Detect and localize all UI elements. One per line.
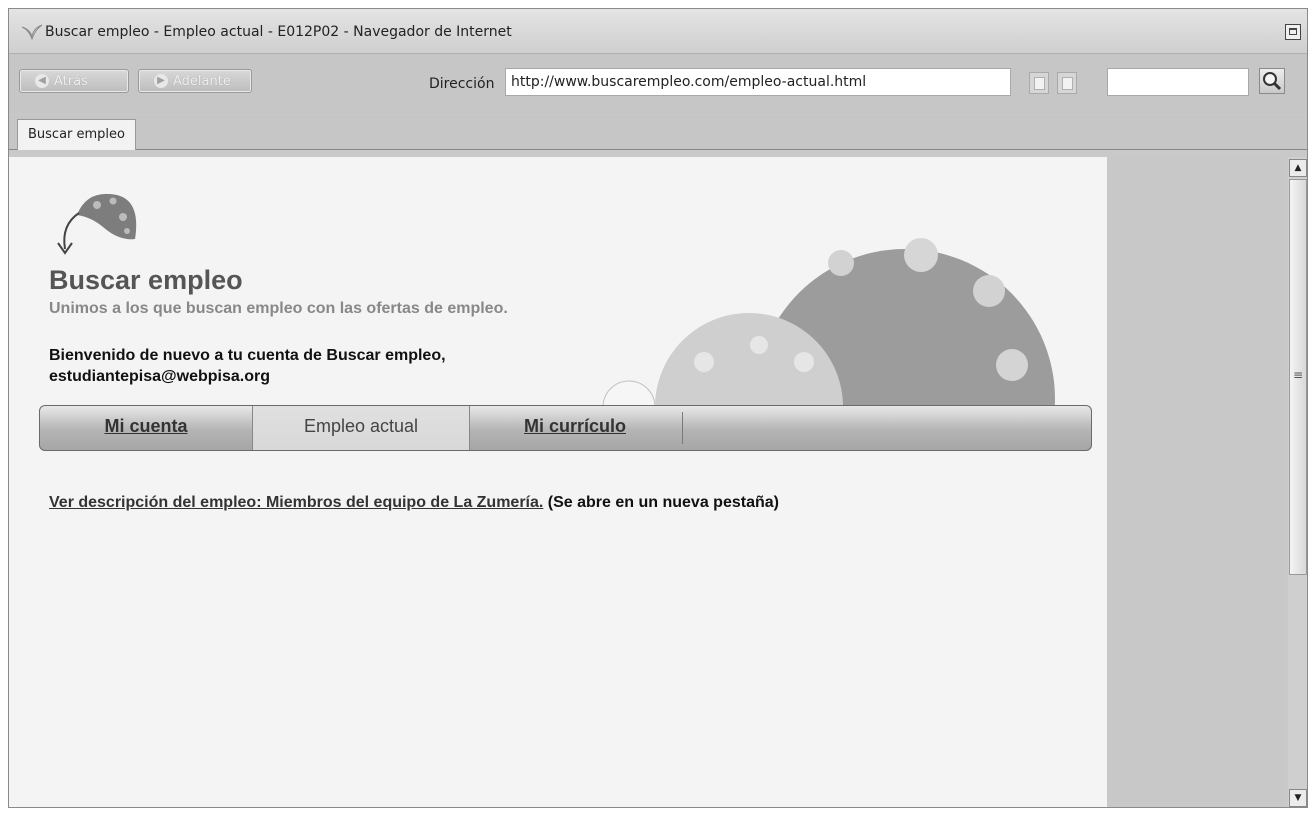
scroll-up-icon[interactable]: ▲ (1289, 159, 1307, 177)
welcome-line: Bienvenido de nuevo a tu cuenta de Busca… (49, 347, 446, 364)
nav-divider (682, 412, 683, 444)
page-content: Buscar empleo Unimos a los que buscan em… (9, 157, 1107, 807)
new-tab-note: (Se abre en un nueva pestaña) (543, 494, 779, 511)
nav-tab-mi-cuenta[interactable]: Mi cuenta (40, 406, 252, 450)
welcome-message: Bienvenido de nuevo a tu cuenta de Busca… (49, 345, 446, 387)
paste-icon[interactable] (1057, 72, 1077, 94)
site-title: Buscar empleo (49, 265, 243, 295)
search-button[interactable] (1259, 68, 1285, 94)
job-description-line: Ver descripción del empleo: Miembros del… (49, 494, 779, 512)
nav-tab-mi-curriculo[interactable]: Mi currículo (468, 406, 682, 450)
page-side-area (1107, 157, 1285, 807)
copy-icon[interactable] (1029, 72, 1049, 94)
nav-tab-label: Empleo actual (303, 416, 419, 436)
forward-button-label: Adelante (173, 74, 231, 89)
address-input[interactable] (505, 68, 1011, 96)
site-logo-icon (57, 193, 137, 255)
account-email: estudiantepisa@webpisa.org (49, 368, 270, 385)
forward-button[interactable]: ▶ Adelante (138, 69, 252, 93)
back-button-label: Atrás (54, 74, 88, 89)
site-navbar: Mi cuenta Empleo actual Mi currículo (39, 405, 1092, 451)
back-button[interactable]: ◀ Atrás (19, 69, 129, 93)
back-arrow-icon: ◀ (35, 74, 49, 88)
window-title: Buscar empleo - Empleo actual - E012P02 … (45, 24, 512, 40)
decorative-bubbles (602, 238, 1055, 417)
vertical-scrollbar[interactable]: ▲ ▼ (1288, 157, 1307, 807)
address-label: Dirección (429, 76, 495, 92)
scroll-down-icon[interactable]: ▼ (1289, 789, 1307, 807)
nav-tab-label: Mi cuenta (104, 416, 188, 436)
job-description-link[interactable]: Ver descripción del empleo: Miembros del… (49, 494, 543, 511)
forward-arrow-icon: ▶ (154, 74, 168, 88)
tab-buscar-empleo[interactable]: Buscar empleo (17, 119, 136, 150)
magnifier-icon (1263, 72, 1282, 91)
tab-strip: Buscar empleo (9, 115, 1307, 150)
nav-tab-empleo-actual[interactable]: Empleo actual (252, 406, 470, 450)
site-tagline: Unimos a los que buscan empleo con las o… (49, 300, 508, 317)
nav-tab-label: Mi currículo (523, 416, 626, 436)
search-input[interactable] (1107, 68, 1249, 96)
browser-logo-icon (21, 24, 43, 40)
browser-window: Buscar empleo - Empleo actual - E012P02 … (8, 8, 1308, 808)
scrollbar-thumb[interactable] (1289, 179, 1307, 575)
maximize-button[interactable] (1285, 24, 1301, 40)
navigation-toolbar: ◀ Atrás ▶ Adelante Dirección (9, 54, 1307, 114)
title-bar: Buscar empleo - Empleo actual - E012P02 … (9, 9, 1307, 54)
